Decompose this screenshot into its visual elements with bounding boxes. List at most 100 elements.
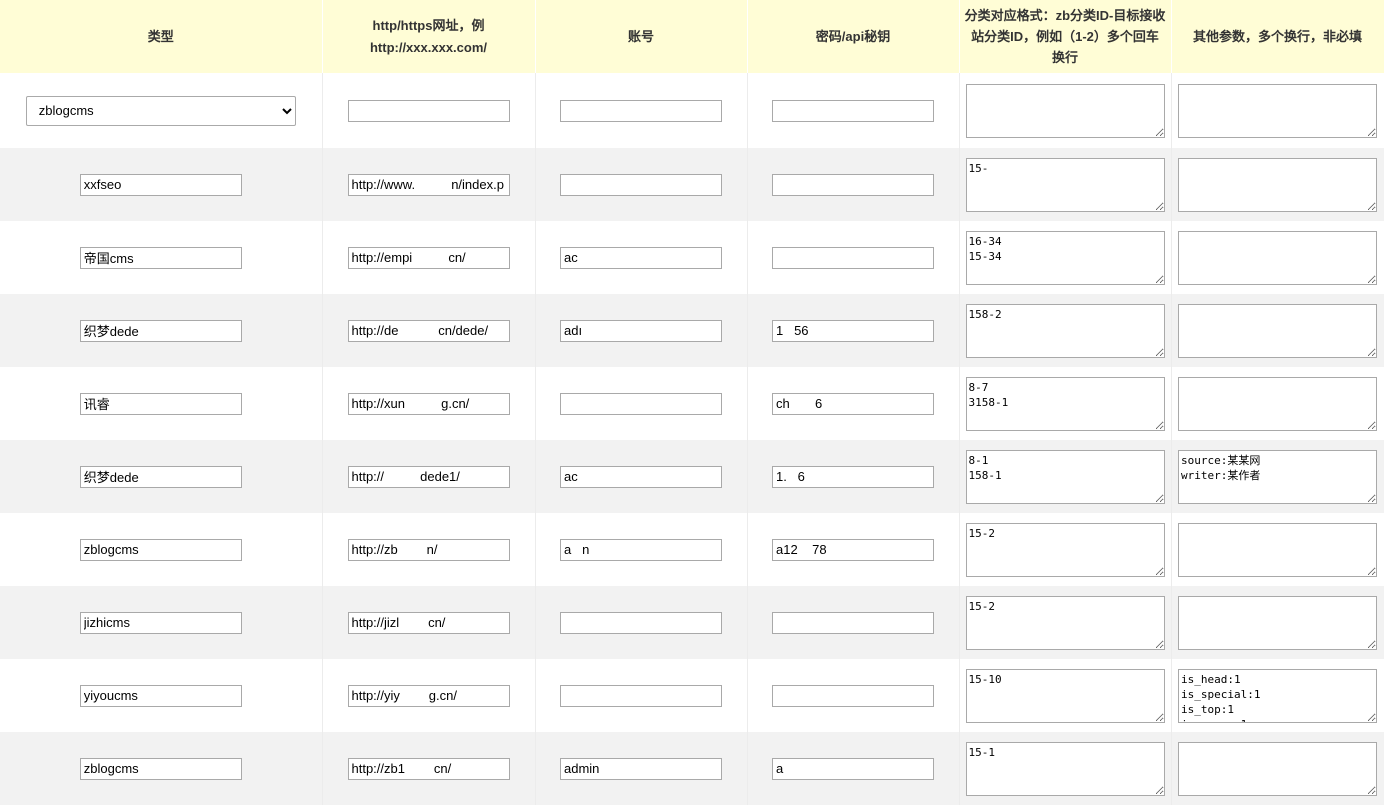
new-category-cell (959, 73, 1172, 148)
account-input[interactable] (560, 173, 722, 196)
password-input[interactable] (772, 538, 934, 561)
password-input[interactable] (772, 392, 934, 415)
params-textarea[interactable] (1178, 230, 1377, 285)
category-textarea[interactable]: 158-2 (965, 303, 1165, 358)
params-textarea[interactable]: is_head:1 is_special:1 is_top:1 is_recom… (1178, 668, 1377, 723)
account-cell (535, 586, 748, 659)
password-input[interactable] (772, 319, 934, 342)
password-cell (747, 586, 960, 659)
params-textarea[interactable] (1178, 157, 1377, 212)
params-textarea[interactable] (1178, 522, 1377, 577)
account-input[interactable] (560, 392, 722, 415)
category-cell: 8-1 158-1 (959, 440, 1172, 513)
type-cell (0, 221, 323, 294)
table-row: 15-2 (0, 513, 1384, 586)
category-textarea[interactable]: 16-34 15-34 (965, 230, 1165, 285)
type-input[interactable] (79, 173, 242, 196)
password-input[interactable] (772, 99, 934, 122)
category-textarea[interactable]: 8-1 158-1 (965, 449, 1165, 504)
params-textarea[interactable] (1178, 741, 1377, 796)
category-textarea[interactable]: 8-7 3158-1 (965, 376, 1165, 431)
account-cell (535, 367, 748, 440)
category-cell: 15-10 (959, 659, 1172, 732)
header-category-line2: 站分类ID，例如（1-2）多个回车 (971, 29, 1159, 44)
params-textarea[interactable]: source:某某网 writer:某作者 (1178, 449, 1377, 504)
header-category-line1: 分类对应格式：zb分类ID-目标接收 (964, 8, 1166, 23)
type-input[interactable] (79, 465, 242, 488)
account-cell (535, 440, 748, 513)
account-input[interactable] (560, 538, 722, 561)
table-row: 8-1 158-1source:某某网 writer:某作者 (0, 440, 1384, 513)
params-cell (1171, 586, 1384, 659)
url-cell (322, 440, 536, 513)
params-cell (1171, 367, 1384, 440)
header-type: 类型 (0, 0, 323, 73)
type-input[interactable] (79, 757, 242, 780)
type-select[interactable]: zblogcms (25, 95, 296, 126)
url-input[interactable] (347, 684, 510, 707)
password-cell (747, 659, 960, 732)
new-account-cell (535, 73, 748, 148)
params-cell (1171, 732, 1384, 805)
category-textarea[interactable]: 15- (965, 157, 1165, 212)
url-input[interactable] (347, 173, 510, 196)
category-textarea[interactable]: 15-2 (965, 522, 1165, 577)
params-cell (1171, 221, 1384, 294)
category-textarea[interactable]: 15-10 (965, 668, 1165, 723)
url-input[interactable] (347, 319, 510, 342)
params-cell: source:某某网 writer:某作者 (1171, 440, 1384, 513)
header-row: 类型 http/https网址，例 http://xxx.xxx.com/ 账号… (0, 0, 1384, 73)
type-input[interactable] (79, 611, 242, 634)
account-cell (535, 659, 748, 732)
type-input[interactable] (79, 319, 242, 342)
header-category-line3: 换行 (1051, 50, 1078, 65)
header-url: http/https网址，例 http://xxx.xxx.com/ (322, 0, 536, 73)
password-input[interactable] (772, 611, 934, 634)
password-cell (747, 367, 960, 440)
category-cell: 15-1 (959, 732, 1172, 805)
params-cell: is_head:1 is_special:1 is_top:1 is_recom… (1171, 659, 1384, 732)
url-cell (322, 659, 536, 732)
header-category: 分类对应格式：zb分类ID-目标接收 站分类ID，例如（1-2）多个回车 换行 (959, 0, 1172, 73)
password-input[interactable] (772, 757, 934, 780)
url-cell (322, 221, 536, 294)
account-input[interactable] (560, 757, 722, 780)
category-textarea[interactable]: 15-1 (965, 741, 1165, 796)
category-cell: 158-2 (959, 294, 1172, 367)
password-input[interactable] (772, 246, 934, 269)
url-input[interactable] (347, 99, 510, 122)
url-input[interactable] (347, 465, 510, 488)
type-input[interactable] (79, 392, 242, 415)
params-textarea[interactable] (1178, 376, 1377, 431)
header-password: 密码/api秘钥 (747, 0, 960, 73)
type-cell (0, 513, 323, 586)
params-textarea[interactable] (1178, 83, 1377, 138)
account-input[interactable] (560, 684, 722, 707)
category-textarea[interactable] (965, 83, 1165, 138)
type-input[interactable] (79, 246, 242, 269)
url-input[interactable] (347, 392, 510, 415)
account-input[interactable] (560, 611, 722, 634)
account-input[interactable] (560, 246, 722, 269)
type-input[interactable] (79, 538, 242, 561)
account-input[interactable] (560, 319, 722, 342)
category-textarea[interactable]: 15-2 (965, 595, 1165, 650)
account-input[interactable] (560, 99, 722, 122)
url-cell (322, 586, 536, 659)
type-input[interactable] (79, 684, 242, 707)
params-textarea[interactable] (1178, 303, 1377, 358)
url-input[interactable] (347, 246, 510, 269)
table-row: 15-1 (0, 732, 1384, 805)
password-input[interactable] (772, 684, 934, 707)
params-textarea[interactable] (1178, 595, 1377, 650)
url-input[interactable] (347, 538, 510, 561)
url-input[interactable] (347, 611, 510, 634)
table-row: 16-34 15-34 (0, 221, 1384, 294)
header-account: 账号 (535, 0, 748, 73)
type-cell (0, 659, 323, 732)
account-input[interactable] (560, 465, 722, 488)
password-input[interactable] (772, 173, 934, 196)
url-input[interactable] (347, 757, 510, 780)
password-input[interactable] (772, 465, 934, 488)
type-cell (0, 294, 323, 367)
